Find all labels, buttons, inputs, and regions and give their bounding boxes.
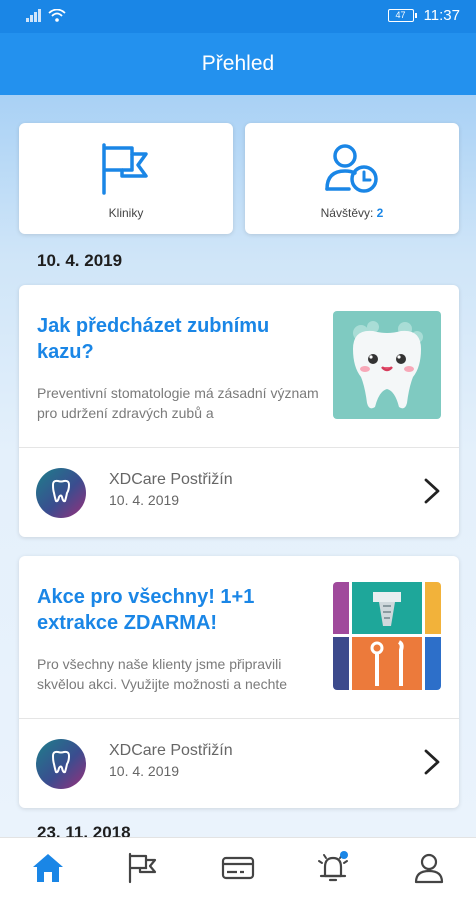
- app-bar: Přehled: [0, 33, 476, 95]
- clock: 11:37: [423, 7, 460, 24]
- overview-content[interactable]: Kliniky Návštěvy: 2 10. 4. 2019 Jak před…: [0, 95, 476, 837]
- chevron-right-icon[interactable]: [423, 477, 441, 510]
- visits-count: 2: [376, 206, 384, 220]
- home-icon: [31, 852, 65, 889]
- flag-icon: [126, 852, 158, 889]
- flag-icon: [100, 143, 152, 200]
- bottom-nav: [0, 837, 476, 900]
- section-date: 23. 11. 2018: [37, 823, 131, 837]
- wifi-icon: [48, 8, 66, 27]
- tooth-illustration: [333, 311, 441, 419]
- signal-icon: [26, 9, 42, 27]
- article-footer[interactable]: XDCare Postřižín 10. 4. 2019: [19, 719, 459, 808]
- article-card[interactable]: Akce pro všechny! 1+1 extrakce ZDARMA! P…: [19, 556, 459, 808]
- tooth-logo-icon: [48, 478, 74, 509]
- user-clock-icon: [325, 143, 379, 200]
- nav-home[interactable]: [30, 853, 66, 887]
- article-date: 10. 4. 2019: [109, 492, 180, 508]
- nav-profile[interactable]: [411, 853, 447, 887]
- nav-payments[interactable]: [220, 853, 256, 887]
- article-card[interactable]: Jak předcházet zubnímu kazu? Preventivní…: [19, 285, 459, 537]
- battery-level: 47: [395, 10, 406, 20]
- article-title: Jak předcházet zubnímu kazu?: [37, 315, 270, 363]
- article-description: Preventivní stomatologie má zásadní význ…: [37, 385, 319, 421]
- chevron-right-icon[interactable]: [423, 748, 441, 781]
- clinic-avatar: [36, 739, 86, 789]
- article-description: Pro všechny naše klienty jsme připravili…: [37, 656, 288, 692]
- clinics-label: Kliniky: [108, 206, 144, 220]
- status-bar: 47 11:37: [0, 0, 476, 33]
- visits-tile[interactable]: Návštěvy: 2: [245, 123, 459, 234]
- clinic-avatar: [36, 468, 86, 518]
- article-title: Akce pro všechny! 1+1 extrakce ZDARMA!: [37, 586, 255, 634]
- clinics-tile[interactable]: Kliniky: [19, 123, 233, 234]
- battery-icon: 47: [387, 9, 417, 22]
- nav-clinics[interactable]: [124, 852, 160, 889]
- visits-label: Návštěvy: 2: [321, 206, 384, 220]
- card-icon: [221, 855, 255, 886]
- clinic-name: XDCare Postřižín: [109, 471, 233, 488]
- nav-notifications[interactable]: [315, 851, 351, 887]
- page-title: Přehled: [201, 52, 275, 75]
- dental-tools-illustration: [333, 582, 441, 690]
- profile-icon: [413, 852, 445, 889]
- tooth-logo-icon: [48, 749, 74, 780]
- article-date: 10. 4. 2019: [109, 763, 180, 779]
- visits-label-text: Návštěvy:: [320, 206, 374, 220]
- section-date: 10. 4. 2019: [37, 251, 123, 270]
- clinic-name: XDCare Postřižín: [109, 742, 233, 759]
- article-footer[interactable]: XDCare Postřižín 10. 4. 2019: [19, 448, 459, 537]
- notification-dot: [340, 851, 348, 859]
